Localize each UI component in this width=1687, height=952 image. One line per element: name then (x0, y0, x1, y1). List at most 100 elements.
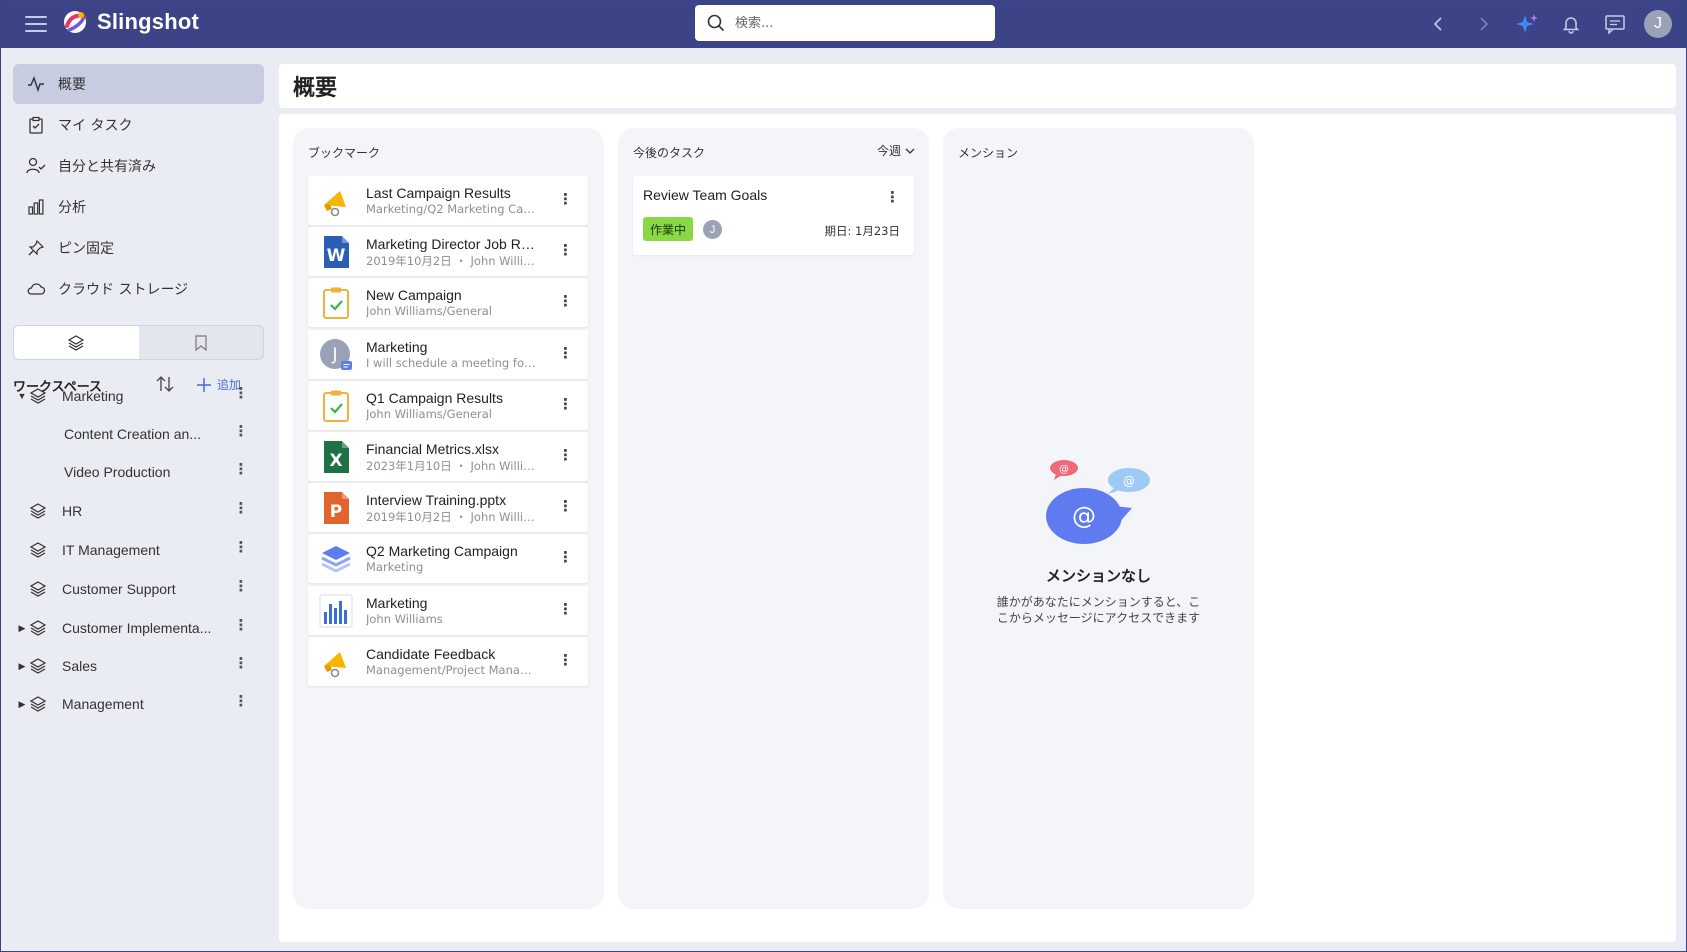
bookmark-card[interactable]: W Marketing Director Job Ro... 2019年10月2日 … (308, 227, 588, 277)
search-input[interactable] (735, 15, 975, 31)
bar-chart-icon (26, 197, 46, 217)
layers-icon (29, 656, 49, 676)
forward-arrow-icon[interactable] (1468, 9, 1498, 39)
more-options-icon[interactable]: ⋮ (558, 192, 573, 207)
app-name: Slingshot (97, 9, 200, 34)
status-badge: 作業中 (643, 217, 694, 241)
more-options-icon[interactable]: ⋮ (558, 243, 573, 258)
more-options-icon[interactable]: ⋮ (885, 190, 900, 205)
workspace-item[interactable]: ▶ Customer Implementa... ⋮ (13, 610, 264, 646)
bookmarks-tab[interactable] (139, 326, 264, 359)
bookmark-title: Q1 Campaign Results (366, 389, 503, 406)
task-title: Review Team Goals (643, 187, 768, 203)
nav-analytics[interactable]: 分析 (13, 187, 264, 227)
bookmark-card[interactable]: Last Campaign Results Marketing/Q2 Market… (308, 176, 588, 225)
layers-icon (29, 386, 49, 406)
workspace-item[interactable]: Video Production ⋮ (13, 454, 264, 490)
nav-overview[interactable]: 概要 (13, 64, 264, 104)
top-bar: Slingshot J (1, 1, 1686, 48)
user-avatar[interactable]: J (1644, 10, 1672, 38)
bookmark-title: New Campaign (366, 287, 462, 304)
bookmark-card[interactable]: P Interview Training.pptx 2019年10月2日 ・ Joh… (308, 483, 588, 533)
workspace-item[interactable]: Customer Support ⋮ (13, 571, 264, 607)
page-title: 概要 (293, 76, 338, 101)
mention-bubbles-illustration: @ @ @ (1045, 460, 1150, 544)
nav-pinned[interactable]: ピン固定 (13, 228, 264, 268)
workspaces-tab[interactable] (14, 326, 139, 359)
task-filter-label: 今週 (876, 144, 901, 158)
more-options-icon[interactable]: ⋮ (558, 602, 573, 617)
messages-icon[interactable] (1600, 9, 1630, 39)
more-options-icon[interactable]: ⋮ (558, 294, 573, 309)
svg-text:J: J (331, 345, 337, 365)
assignee-avatar: J (703, 220, 722, 239)
more-options-icon[interactable]: ⋮ (231, 618, 251, 633)
search-box[interactable] (695, 5, 995, 41)
more-options-icon[interactable]: ⋮ (558, 448, 573, 463)
word-file-icon: W (319, 235, 353, 269)
nav-cloud-storage[interactable]: クラウド ストレージ (13, 269, 264, 309)
hamburger-menu-icon[interactable] (25, 13, 47, 35)
more-options-icon[interactable]: ⋮ (558, 499, 573, 514)
bookmark-subtitle: John Williams (366, 611, 443, 626)
bookmark-title: Marketing (366, 338, 428, 355)
workspace-item[interactable]: Content Creation an... ⋮ (13, 416, 264, 452)
expand-caret-icon[interactable]: ▶ (17, 699, 27, 710)
nav-label: 自分と共有済み (58, 159, 156, 175)
bookmarks-title: ブックマーク (308, 146, 381, 160)
bookmark-subtitle: I will schedule a meeting for to... (366, 355, 538, 370)
ai-sparkle-icon[interactable] (1512, 9, 1542, 39)
more-options-icon[interactable]: ⋮ (231, 501, 251, 516)
search-icon (707, 14, 725, 32)
workspace-item[interactable]: IT Management ⋮ (13, 532, 264, 568)
bookmark-icon (195, 334, 207, 351)
empty-state-title: メンションなし (1045, 567, 1151, 585)
page-header: 概要 (279, 64, 1676, 108)
more-options-icon[interactable]: ⋮ (231, 656, 251, 671)
bookmark-title: Q2 Marketing Campaign (366, 543, 518, 560)
more-options-icon[interactable]: ⋮ (231, 424, 251, 439)
bookmark-card[interactable]: J Marketing I will schedule a meeting for … (308, 329, 588, 379)
main-content: ブックマーク Last Campaign Results Marketing/Q2… (279, 114, 1676, 942)
more-options-icon[interactable]: ⋮ (231, 540, 251, 555)
more-options-icon[interactable]: ⋮ (558, 653, 573, 668)
sidebar-view-toggle (13, 325, 264, 360)
cloud-icon (26, 279, 46, 299)
more-options-icon[interactable]: ⋮ (231, 579, 251, 594)
bookmark-title: Marketing Director Job Ro... (366, 236, 538, 253)
workspace-item[interactable]: ▶ Management ⋮ (13, 686, 264, 722)
more-options-icon[interactable]: ⋮ (558, 346, 573, 361)
bookmark-card[interactable]: Candidate Feedback Management/Project Man… (308, 636, 588, 686)
back-arrow-icon[interactable] (1424, 9, 1454, 39)
nav-my-tasks[interactable]: マイ タスク (13, 105, 264, 145)
workspace-label: Management (62, 696, 144, 712)
more-options-icon[interactable]: ⋮ (231, 694, 251, 709)
app-logo[interactable]: Slingshot (61, 8, 199, 36)
more-options-icon[interactable]: ⋮ (558, 550, 573, 565)
expand-caret-icon[interactable]: ▶ (17, 623, 27, 634)
bookmark-card[interactable]: New Campaign John Williams/General ⋮ (308, 278, 588, 328)
more-options-icon[interactable]: ⋮ (231, 386, 251, 401)
nav-shared-with-me[interactable]: 自分と共有済み (13, 146, 264, 186)
task-card[interactable]: Review Team Goals ⋮ 作業中 J 期日: 1月23日 (633, 176, 914, 255)
bookmark-title: Interview Training.pptx (366, 492, 507, 509)
expand-caret-icon[interactable]: ▶ (17, 661, 27, 672)
bookmark-card[interactable]: Q2 Marketing Campaign Marketing ⋮ (308, 534, 588, 584)
bookmark-card[interactable]: Marketing John Williams ⋮ (308, 585, 588, 635)
bell-icon[interactable] (1556, 9, 1586, 39)
task-filter-dropdown[interactable]: 今週 (877, 142, 915, 159)
workspace-item[interactable]: ▼ Marketing ⋮ (13, 378, 264, 414)
bookmark-subtitle: John Williams/General (366, 406, 492, 421)
workspace-item[interactable]: ▶ Sales ⋮ (13, 648, 264, 684)
more-options-icon[interactable]: ⋮ (558, 397, 573, 412)
workspace-item[interactable]: HR ⋮ (13, 493, 264, 529)
bookmark-card[interactable]: Q1 Campaign Results John Williams/General… (308, 380, 588, 430)
bookmark-card[interactable]: X Financial Metrics.xlsx 2023年1月10日 ・ John… (308, 432, 588, 481)
expand-caret-icon[interactable]: ▼ (17, 391, 27, 401)
layers-icon (29, 618, 49, 638)
megaphone-icon (319, 184, 353, 218)
more-options-icon[interactable]: ⋮ (231, 462, 251, 477)
bookmark-title: Candidate Feedback (366, 645, 496, 662)
workspace-label: Customer Support (62, 581, 176, 597)
tasks-panel: 今後のタスク 今週 Review Team Goals ⋮ 作業中 J 期日: … (618, 128, 929, 909)
